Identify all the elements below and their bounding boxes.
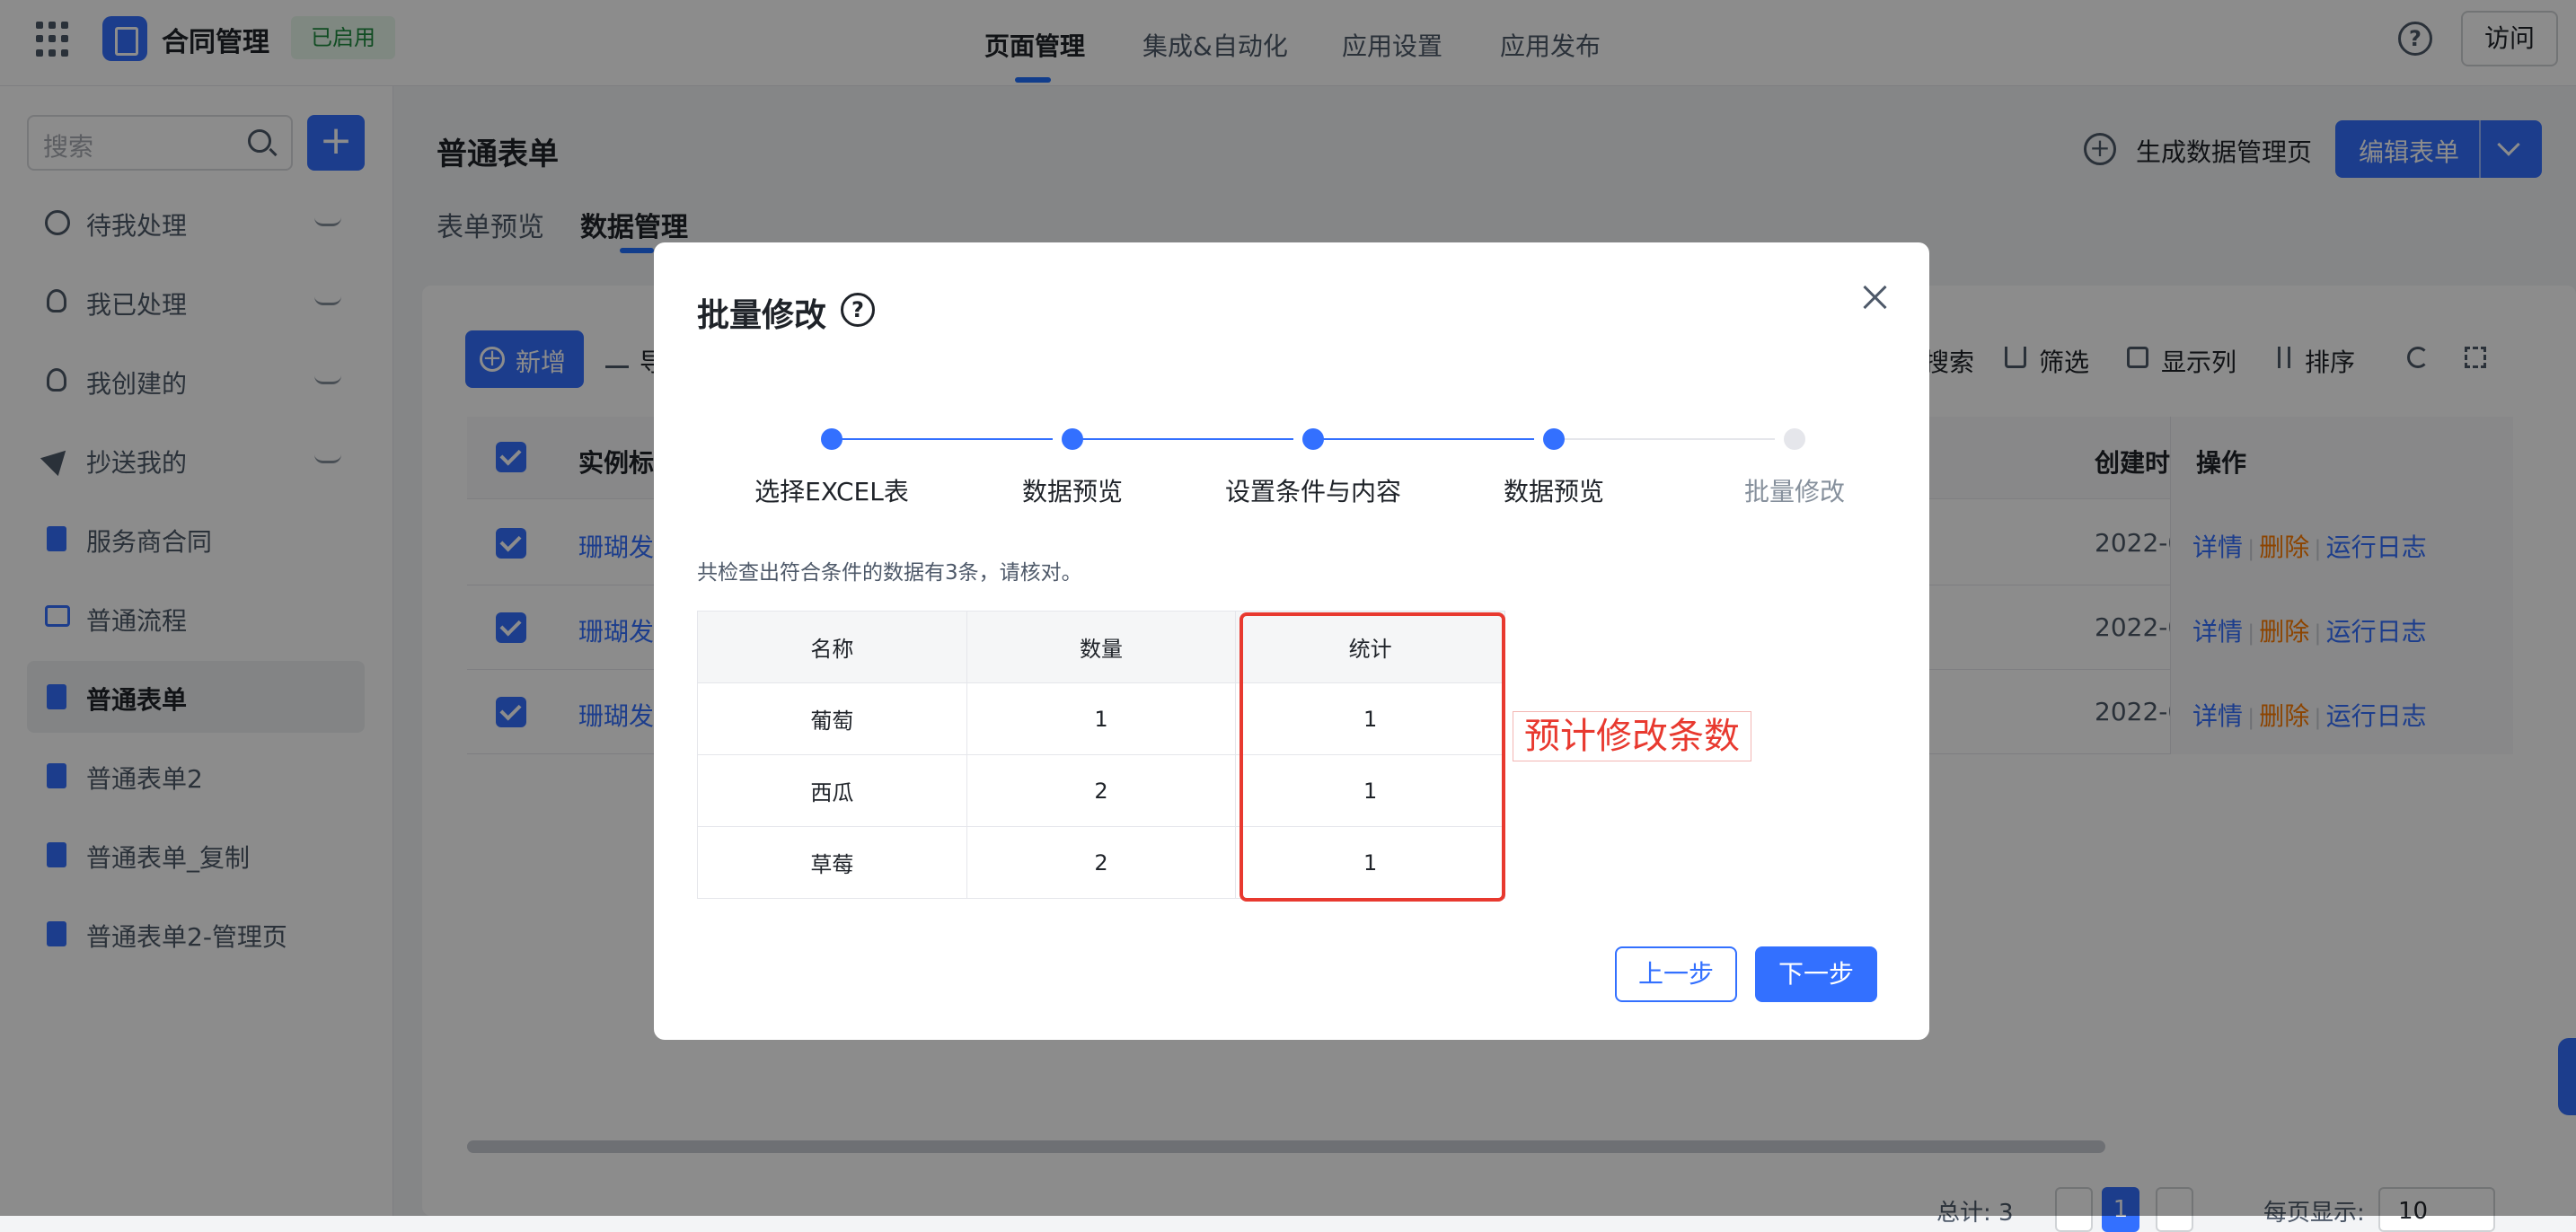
cell-quantity: 2 [966,826,1237,899]
annotation-highlight-box [1239,612,1505,902]
close-icon[interactable] [1857,280,1893,316]
step-dot [1784,428,1805,450]
cell-name: 西瓜 [697,754,967,827]
step-connector [1554,438,1775,440]
step-connector [1072,438,1293,440]
step-dot [1543,428,1565,450]
help-icon[interactable]: ? [841,293,875,327]
annotation-label: 预计修改条数 [1513,711,1751,761]
column-header-quantity: 数量 [966,611,1237,683]
step-connector [1313,438,1534,440]
step-label: 数据预览 [1503,477,1604,506]
batch-edit-modal: 批量修改 ? 选择EXCEL表 数据预览 设置条件与内容 数据预览 批量修改 共… [654,242,1929,1040]
step-label: 批量修改 [1743,477,1845,506]
step-label: 选择EXCEL表 [754,477,909,506]
step-dot [1302,428,1324,450]
step-dot [1062,428,1083,450]
cell-name: 草莓 [697,826,967,899]
annotation-text: 预计修改条数 [1524,716,1740,757]
modal-title: 批量修改 [697,297,827,334]
step-label: 设置条件与内容 [1224,477,1401,506]
next-step-button[interactable]: 下一步 [1755,946,1877,1002]
cell-quantity: 2 [966,754,1237,827]
result-hint: 共检查出符合条件的数据有3条，请核对。 [697,561,1082,585]
cell-name: 葡萄 [697,682,967,755]
step-connector [832,438,1053,440]
step-dot [821,428,842,450]
cell-quantity: 1 [966,682,1237,755]
step-label: 数据预览 [1021,477,1123,506]
column-header-name: 名称 [697,611,967,683]
prev-step-button[interactable]: 上一步 [1615,946,1737,1002]
